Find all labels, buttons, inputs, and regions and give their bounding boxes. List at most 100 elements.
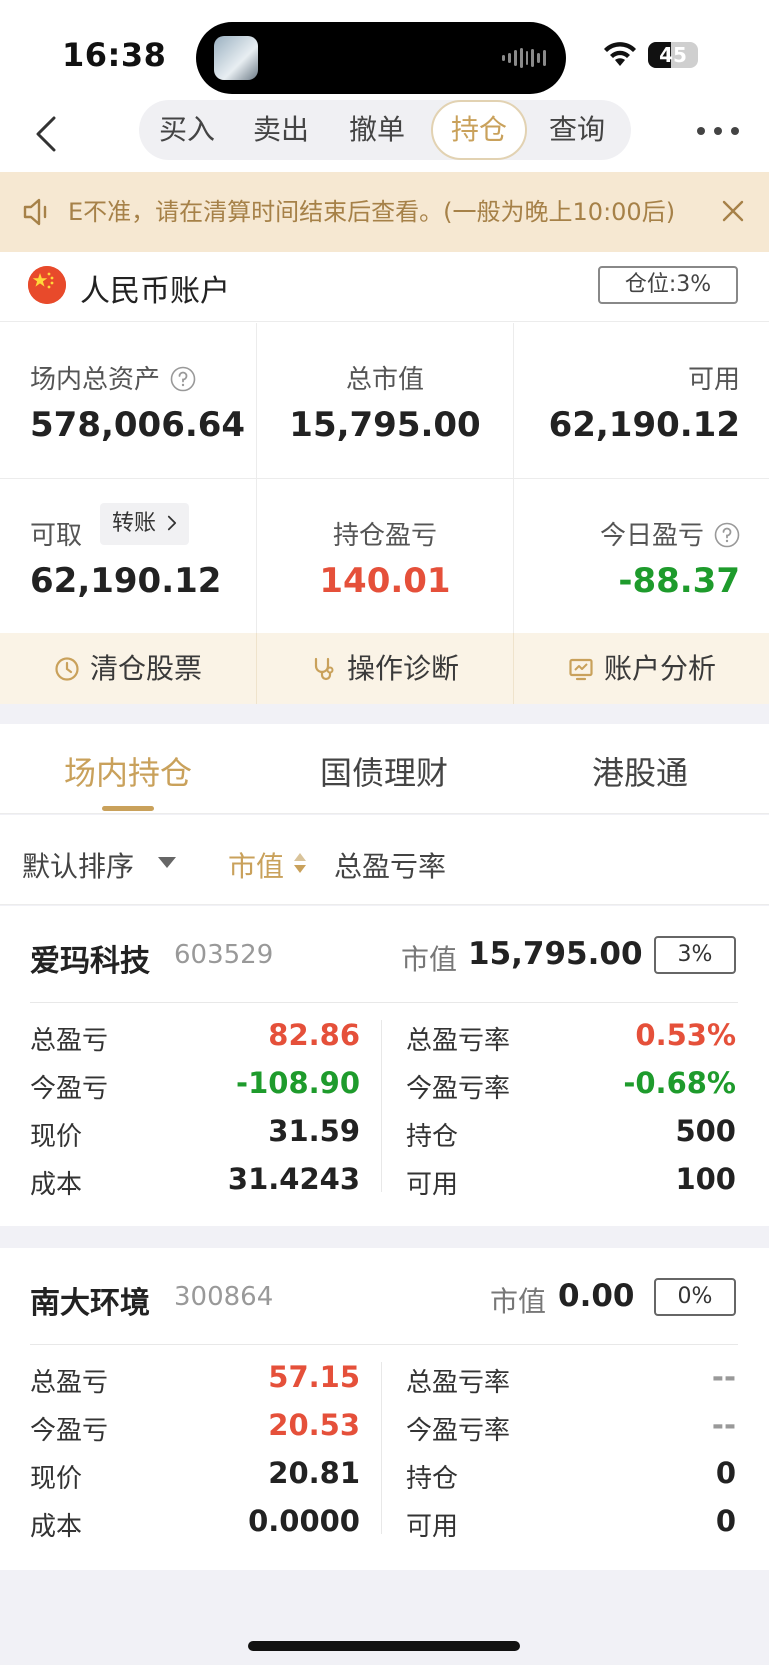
sort-market-value[interactable]: 市值: [228, 845, 284, 885]
position-ratio-badge: 仓位:3%: [598, 266, 738, 304]
account-stat-grid: 场内总资产 578,006.64 总市值 15,795.00 可用 62,190…: [0, 323, 769, 633]
notice-text: E不准，请在清算时间结束后查看。(一般为晚上10:00后): [68, 198, 676, 226]
status-time: 16:38: [62, 36, 167, 74]
tab-cancel-order[interactable]: 撤单: [329, 100, 425, 160]
sort-total-pl-rate[interactable]: 总盈亏率: [334, 845, 446, 885]
stock-card[interactable]: 南大环境 300864 市值 0.00 0% 总盈亏 57.15 今盈亏 20.…: [0, 1248, 769, 1570]
back-icon[interactable]: [32, 114, 62, 154]
active-tab-indicator: [102, 806, 154, 811]
holding-label: 持仓: [406, 1464, 459, 1494]
clear-stocks-button[interactable]: 清仓股票: [0, 633, 256, 704]
transfer-button[interactable]: 转账: [100, 503, 190, 545]
total-assets-value: 578,006.64: [30, 405, 246, 445]
today-pl-value: -88.37: [618, 561, 740, 601]
tab-holdings[interactable]: 持仓: [431, 100, 527, 160]
account-name: 人民币账户: [80, 274, 230, 309]
tab-hk-connect[interactable]: 港股通: [512, 748, 768, 794]
battery-icon: 45: [648, 42, 698, 68]
holding-value: 500: [675, 1114, 736, 1148]
withdrawable-value: 62,190.12: [30, 561, 222, 601]
cost-label: 成本: [30, 1512, 83, 1542]
chevron-down-icon: [158, 857, 176, 868]
available-value: 100: [675, 1162, 736, 1196]
close-icon[interactable]: [722, 200, 744, 222]
stat-withdrawable: 可取 转账 62,190.12: [0, 479, 256, 633]
diagnose-button[interactable]: 操作诊断: [257, 633, 513, 704]
sort-arrows-icon: [294, 853, 306, 873]
today-pl-label: 今盈亏: [30, 1416, 109, 1446]
tab-sell[interactable]: 卖出: [233, 100, 329, 160]
stock-position-badge: 3%: [654, 936, 736, 974]
today-pl-rate-label: 今盈亏率: [406, 1074, 511, 1104]
total-pl-rate-value: 0.53%: [635, 1018, 736, 1052]
account-analysis-button[interactable]: 账户分析: [514, 633, 769, 704]
cost-value: 0.0000: [248, 1504, 360, 1538]
stat-available: 可用 62,190.12: [514, 323, 769, 477]
stat-holding-pl: 持仓盈亏 140.01: [257, 479, 513, 633]
stock-position-badge: 0%: [654, 1278, 736, 1316]
account-header: 人民币账户 仓位:3%: [0, 252, 769, 322]
stat-total-assets: 场内总资产 578,006.64: [0, 323, 256, 477]
wifi-icon: [604, 42, 636, 66]
battery-percent: 45: [659, 43, 687, 67]
today-pl-rate-label: 今盈亏率: [406, 1416, 511, 1446]
total-assets-label: 场内总资产: [30, 365, 161, 395]
total-pl-value: 82.86: [268, 1018, 360, 1052]
cost-value: 31.4243: [227, 1162, 360, 1196]
price-label: 现价: [30, 1464, 83, 1494]
account-summary: 人民币账户 仓位:3% 场内总资产 578,006.64 总市值 15,795.…: [0, 252, 769, 704]
holding-pl-label: 持仓盈亏: [332, 521, 437, 551]
stock-card[interactable]: 爱玛科技 603529 市值 15,795.00 3% 总盈亏 82.86 今盈…: [0, 906, 769, 1226]
trade-tab-group: 买入 卖出 撤单 持仓 查询: [139, 100, 631, 160]
notice-banner: E不准，请在清算时间结束后查看。(一般为晚上10:00后): [0, 172, 769, 252]
home-indicator[interactable]: [248, 1641, 520, 1651]
audio-wave-icon: [502, 48, 546, 68]
help-icon[interactable]: [170, 366, 196, 392]
stat-today-pl: 今日盈亏 -88.37: [514, 479, 769, 633]
available-label: 可用: [406, 1170, 459, 1200]
today-pl-label: 今日盈亏: [599, 521, 704, 551]
total-pl-label: 总盈亏: [30, 1026, 109, 1056]
total-pl-label: 总盈亏: [30, 1368, 109, 1398]
available-label: 可用: [406, 1512, 459, 1542]
available-value: 0: [715, 1504, 736, 1538]
status-bar: 16:38 45: [0, 0, 769, 100]
withdrawable-label: 可取: [30, 521, 83, 551]
transfer-label: 转账: [112, 511, 157, 536]
today-pl-value: -108.90: [236, 1066, 360, 1100]
tab-onsite-holdings[interactable]: 场内持仓: [0, 748, 256, 794]
cost-label: 成本: [30, 1170, 83, 1200]
china-flag-icon: [28, 266, 66, 304]
dynamic-island: [196, 22, 566, 94]
total-pl-rate-label: 总盈亏率: [406, 1368, 511, 1398]
help-icon[interactable]: [714, 522, 740, 548]
stock-market-value: 0.00: [558, 1278, 635, 1314]
holdings-tab-bar: 场内持仓 国债理财 港股通: [0, 724, 769, 814]
stock-market-value-label: 市值: [401, 943, 458, 976]
holding-pl-value: 140.01: [319, 561, 451, 601]
today-pl-rate-value: --: [711, 1408, 736, 1442]
holding-value: 0: [715, 1456, 736, 1490]
available-value: 62,190.12: [548, 405, 740, 445]
sort-default-dropdown[interactable]: 默认排序: [22, 845, 134, 885]
stock-market-value: 15,795.00: [468, 936, 643, 972]
top-nav: 买入 卖出 撤单 持仓 查询: [0, 100, 769, 172]
stock-name: 南大环境: [30, 1286, 150, 1321]
stock-code: 603529: [174, 940, 274, 970]
total-pl-rate-label: 总盈亏率: [406, 1026, 511, 1056]
account-actions: 清仓股票 操作诊断 账户分析: [0, 633, 769, 704]
today-pl-rate-value: -0.68%: [623, 1066, 736, 1100]
stock-market-value-label: 市值: [490, 1285, 547, 1318]
today-pl-value: 20.53: [268, 1408, 360, 1442]
stethoscope-icon: [314, 657, 334, 681]
total-pl-value: 57.15: [268, 1360, 360, 1394]
tab-buy[interactable]: 买入: [139, 100, 235, 160]
more-icon[interactable]: [696, 126, 740, 136]
stat-market-value: 总市值 15,795.00: [257, 323, 513, 477]
diagnose-label: 操作诊断: [346, 652, 459, 685]
clock-icon: [55, 657, 79, 681]
total-pl-rate-value: --: [711, 1360, 736, 1394]
tab-treasury[interactable]: 国债理财: [256, 748, 512, 794]
tab-query[interactable]: 查询: [529, 100, 625, 160]
market-value-value: 15,795.00: [289, 405, 481, 445]
